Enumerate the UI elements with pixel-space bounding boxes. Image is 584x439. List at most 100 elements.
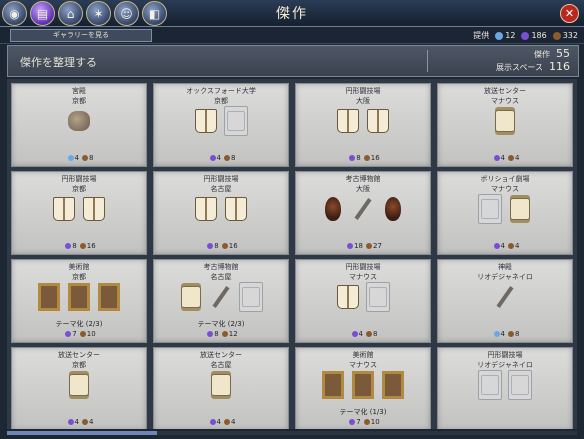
great-work-slot[interactable] <box>209 282 233 312</box>
city-name: マナウス <box>349 273 377 281</box>
staff-icon <box>496 286 514 308</box>
yield-value: 4 <box>500 242 505 250</box>
exhibit-space-row: 展示スペース 116 <box>496 61 570 74</box>
great-work-slot[interactable] <box>493 106 517 136</box>
great-work-slots <box>438 194 572 224</box>
empty-slot[interactable] <box>478 194 502 224</box>
painting-icon <box>352 371 374 399</box>
building-card[interactable]: 宮殿 京都 4 8 <box>11 83 147 167</box>
building-name: 神殿 <box>498 263 512 271</box>
empty-slot[interactable] <box>366 282 390 312</box>
great-work-slot[interactable] <box>321 370 345 400</box>
masterpieces-screen: ◉ ▤ ⌂ ✶ ☺ ◧ 傑作 ✕ ギャラリーを見る 提供 12 186 332 傑作を整理… <box>0 0 584 439</box>
great-work-slot[interactable] <box>381 370 405 400</box>
building-card[interactable]: 美術館 マナウス テーマ化 (1/3) 7 10 <box>295 347 431 429</box>
building-card[interactable]: オックスフォード大学 京都 4 8 <box>153 83 289 167</box>
great-work-slot[interactable] <box>194 194 218 224</box>
scroll-icon <box>69 374 89 396</box>
building-card[interactable]: 円形闘技場 京都 8 16 <box>11 171 147 255</box>
great-work-slot[interactable] <box>67 282 91 312</box>
staff-icon <box>354 198 372 220</box>
building-card[interactable]: 放送センター マナウス 4 4 <box>437 83 573 167</box>
city-name: マナウス <box>491 97 519 105</box>
building-card[interactable]: 円形闘技場 大阪 8 16 <box>295 83 431 167</box>
city-name: 大阪 <box>356 97 370 105</box>
building-card[interactable]: 放送センター 京都 4 4 <box>11 347 147 429</box>
empty-slot[interactable] <box>508 370 532 400</box>
building-card[interactable]: 円形闘技場 名古屋 8 16 <box>153 171 289 255</box>
great-work-slot[interactable] <box>366 106 390 136</box>
book-icon <box>367 109 389 133</box>
great-work-slot[interactable] <box>37 282 61 312</box>
culture-icon <box>65 243 72 249</box>
great-work-slot[interactable] <box>336 106 360 136</box>
building-name: 考古博物館 <box>203 263 239 271</box>
great-work-slot[interactable] <box>224 194 248 224</box>
building-name: 円形闘技場 <box>61 175 97 183</box>
great-work-slot[interactable] <box>82 194 106 224</box>
great-work-slot[interactable] <box>97 282 121 312</box>
yield-value: 4 <box>74 154 79 162</box>
book-icon <box>225 197 247 221</box>
building-card[interactable]: 円形闘技場 リオデジャネイロ <box>437 347 573 429</box>
great-work-slot[interactable] <box>52 194 76 224</box>
culture-yield: 186 <box>521 31 547 40</box>
culture-icon <box>351 331 358 337</box>
great-work-slots <box>296 194 430 224</box>
building-card[interactable]: 放送センター 名古屋 4 4 <box>153 347 289 429</box>
building-card[interactable]: 円形闘技場 マナウス 4 8 <box>295 259 431 343</box>
building-name: 円形闘技場 <box>487 351 523 359</box>
yield-value: 4 <box>358 330 363 338</box>
yield-value: 7 <box>356 418 361 426</box>
building-card[interactable]: ボリショイ劇場 マナウス 4 4 <box>437 171 573 255</box>
building-card[interactable]: 神殿 リオデジャネイロ 4 8 <box>437 259 573 343</box>
yield-value: 4 <box>74 418 79 426</box>
tourism-icon <box>508 243 514 249</box>
city-name: マナウス <box>349 361 377 369</box>
great-work-slot[interactable] <box>209 370 233 400</box>
faith-icon <box>493 331 500 337</box>
great-work-slot[interactable] <box>179 282 203 312</box>
close-icon[interactable]: ✕ <box>560 4 579 23</box>
building-yields: 7 10 <box>296 418 430 426</box>
great-work-slot[interactable] <box>351 194 375 224</box>
view-gallery-button[interactable]: ギャラリーを見る <box>10 29 152 42</box>
scrollbar-thumb[interactable] <box>7 431 157 435</box>
organize-header: 傑作を整理する 傑作 55 展示スペース 116 <box>7 45 579 77</box>
building-name: 放送センター <box>484 87 526 95</box>
great-work-slot[interactable] <box>336 282 360 312</box>
empty-slot[interactable] <box>478 370 502 400</box>
building-card[interactable]: 考古博物館 名古屋 テーマ化 (2/3) 8 12 <box>153 259 289 343</box>
great-work-slot[interactable] <box>67 370 91 400</box>
great-work-slot[interactable] <box>493 282 517 312</box>
building-card[interactable]: 考古博物館 大阪 18 27 <box>295 171 431 255</box>
great-work-slot[interactable] <box>351 370 375 400</box>
tourism-icon <box>508 155 514 161</box>
grid-scrollbar[interactable] <box>7 431 577 435</box>
building-name: 円形闘技場 <box>345 263 381 271</box>
culture-icon <box>65 331 72 337</box>
great-work-slots <box>12 282 146 312</box>
great-work-slots <box>154 370 288 400</box>
book-icon <box>195 197 217 221</box>
great-work-slot[interactable] <box>381 194 405 224</box>
great-work-slot[interactable] <box>194 106 218 136</box>
painting-icon <box>38 283 60 311</box>
building-yields: 48 <box>154 154 288 162</box>
tourism-icon <box>221 331 228 337</box>
empty-slot-icon <box>242 287 260 307</box>
great-work-slot[interactable] <box>67 106 91 136</box>
tourism-value: 16 <box>370 154 380 162</box>
great-work-slot[interactable] <box>508 194 532 224</box>
tourism-icon <box>366 243 372 249</box>
great-work-slot[interactable] <box>321 194 345 224</box>
great-work-slots <box>296 106 430 136</box>
empty-slot[interactable] <box>224 106 248 136</box>
building-card[interactable]: 美術館 京都 テーマ化 (2/3) 7 10 <box>11 259 147 343</box>
building-name: 考古博物館 <box>345 175 381 183</box>
empty-slot[interactable] <box>239 282 263 312</box>
great-work-slots <box>438 106 572 136</box>
city-name: リオデジャネイロ <box>477 273 533 281</box>
tourism-icon <box>221 243 228 249</box>
city-name: 大阪 <box>356 185 370 193</box>
